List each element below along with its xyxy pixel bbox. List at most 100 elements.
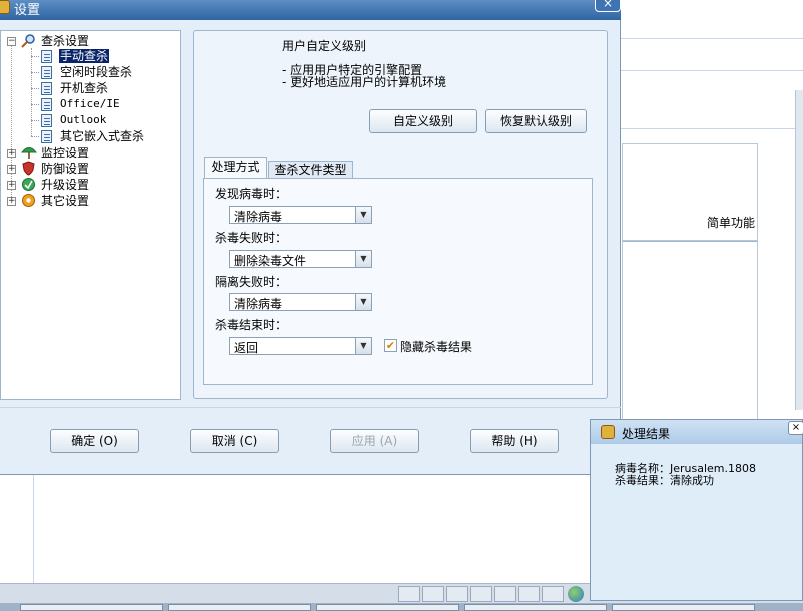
- expand-icon[interactable]: +: [7, 149, 16, 158]
- custom-level-button[interactable]: 自定义级别: [369, 109, 477, 133]
- on-quarantine-fail-label: 隔离失败时：: [215, 275, 288, 289]
- tree-item-monitor-settings[interactable]: + 监控设置: [1, 145, 181, 161]
- status-cell: [542, 586, 564, 602]
- status-cell: [518, 586, 540, 602]
- collapse-icon[interactable]: −: [7, 37, 16, 46]
- tree-item-other-settings[interactable]: + 其它设置: [1, 193, 181, 209]
- on-disinfect-fail-label: 杀毒失败时：: [215, 231, 288, 245]
- taskbar: [0, 603, 803, 611]
- on-scan-finish-select[interactable]: 返回 ▼: [229, 337, 372, 355]
- tree-label: 其它设置: [41, 194, 90, 208]
- level-description: - 更好地适应用户的计算机环境: [282, 75, 447, 89]
- tree-connector: [31, 88, 39, 89]
- on-virus-found-label: 发现病毒时：: [215, 187, 288, 201]
- on-virus-found-select[interactable]: 清除病毒 ▼: [229, 206, 372, 224]
- taskbar-button[interactable]: [464, 604, 607, 611]
- chevron-down-icon[interactable]: ▼: [355, 251, 371, 267]
- document-icon: [41, 130, 52, 143]
- bg-scrollbar[interactable]: [795, 90, 803, 410]
- chevron-down-icon[interactable]: ▼: [355, 207, 371, 223]
- on-disinfect-fail-select[interactable]: 删除染毒文件 ▼: [229, 250, 372, 268]
- popup-title-bar[interactable]: 处理结果 ×: [591, 420, 803, 444]
- chevron-down-icon[interactable]: ▼: [355, 294, 371, 310]
- tree-item-update-settings[interactable]: + 升级设置: [1, 177, 181, 193]
- document-icon: [41, 50, 52, 63]
- bg-separator: [621, 128, 803, 129]
- tree-connector: [31, 48, 32, 136]
- settings-dialog: 设置 × − 查杀设置 手动查杀 空闲时段查杀 开机查杀 Office/IE O…: [0, 0, 621, 475]
- umbrella-icon: [20, 145, 38, 160]
- scan-result-line: 杀毒结果：清除成功: [615, 474, 714, 487]
- document-icon: [41, 82, 52, 95]
- document-icon: [41, 114, 52, 127]
- tree-connector: [31, 104, 39, 105]
- status-cell: [446, 586, 468, 602]
- tab-handling-method[interactable]: 处理方式: [204, 157, 267, 178]
- expand-icon[interactable]: +: [7, 165, 16, 174]
- cancel-button[interactable]: 取消 (C): [190, 429, 279, 453]
- tree-label: Office/IE: [60, 97, 120, 110]
- bg-content-panel: [622, 241, 758, 421]
- tree-connector: [31, 136, 39, 137]
- tree-item-scan-settings[interactable]: − 查杀设置: [1, 33, 181, 49]
- globe-icon: [568, 586, 584, 602]
- document-icon: [41, 66, 52, 79]
- settings-tree: − 查杀设置 手动查杀 空闲时段查杀 开机查杀 Office/IE Outloo…: [0, 30, 181, 400]
- footer-divider: [0, 407, 621, 408]
- select-value: 清除病毒: [234, 297, 283, 311]
- bg-separator: [621, 38, 803, 39]
- dialog-title-bar[interactable]: 设置 ×: [0, 0, 621, 20]
- bg-separator: [33, 470, 34, 583]
- tree-label: 查杀设置: [41, 34, 90, 48]
- tab-file-types[interactable]: 查杀文件类型: [268, 161, 353, 179]
- tree-label: 防御设置: [41, 162, 90, 176]
- taskbar-button[interactable]: [316, 604, 459, 611]
- hide-result-checkbox[interactable]: ✔: [384, 339, 397, 352]
- taskbar-button[interactable]: [168, 604, 311, 611]
- tree-label: 开机查杀: [60, 81, 109, 95]
- document-icon: [41, 98, 52, 111]
- magnifier-icon: [21, 34, 36, 48]
- close-button[interactable]: ×: [788, 421, 803, 435]
- app-shield-icon: [601, 425, 615, 439]
- on-quarantine-fail-select[interactable]: 清除病毒 ▼: [229, 293, 372, 311]
- tree-item-defense-settings[interactable]: + 防御设置: [1, 161, 181, 177]
- on-scan-finish-label: 杀毒结束时：: [215, 318, 288, 332]
- gear-icon: [21, 193, 36, 208]
- update-icon: [21, 177, 36, 192]
- ok-button[interactable]: 确定 (O): [50, 429, 139, 453]
- expand-icon[interactable]: +: [7, 181, 16, 190]
- status-cell: [494, 586, 516, 602]
- select-value: 清除病毒: [234, 210, 283, 224]
- expand-icon[interactable]: +: [7, 197, 16, 206]
- tree-label: 其它嵌入式查杀: [60, 129, 145, 143]
- popup-title: 处理结果: [622, 427, 671, 441]
- tree-connector: [31, 72, 39, 73]
- tree-label: 升级设置: [41, 178, 90, 192]
- select-value: 删除染毒文件: [234, 254, 307, 268]
- hide-result-label[interactable]: 隐藏杀毒结果: [400, 338, 472, 355]
- shield-icon: [21, 161, 36, 176]
- tree-label: 监控设置: [41, 146, 90, 160]
- taskbar-button[interactable]: [612, 604, 755, 611]
- tree-label: 空闲时段查杀: [60, 65, 133, 79]
- dialog-title: 设置: [14, 3, 41, 18]
- tree-connector: [31, 120, 39, 121]
- simple-function-label[interactable]: 简单功能: [707, 214, 755, 231]
- close-button[interactable]: ×: [595, 0, 621, 12]
- app-shield-icon: [0, 0, 10, 14]
- tree-connector: [31, 56, 39, 57]
- apply-button[interactable]: 应用 (A): [330, 429, 419, 453]
- tree-label: Outlook: [60, 113, 107, 126]
- status-cell: [398, 586, 420, 602]
- select-value: 返回: [234, 341, 259, 355]
- status-cell: [470, 586, 492, 602]
- status-cell: [422, 586, 444, 602]
- level-title: 用户自定义级别: [282, 39, 367, 53]
- help-button[interactable]: 帮助 (H): [470, 429, 559, 453]
- chevron-down-icon[interactable]: ▼: [355, 338, 371, 354]
- tree-label: 手动查杀: [57, 48, 111, 64]
- taskbar-button[interactable]: [20, 604, 163, 611]
- result-popup: 处理结果 × 病毒名称：Jerusalem.1808 杀毒结果：清除成功: [590, 419, 803, 601]
- restore-default-level-button[interactable]: 恢复默认级别: [485, 109, 587, 133]
